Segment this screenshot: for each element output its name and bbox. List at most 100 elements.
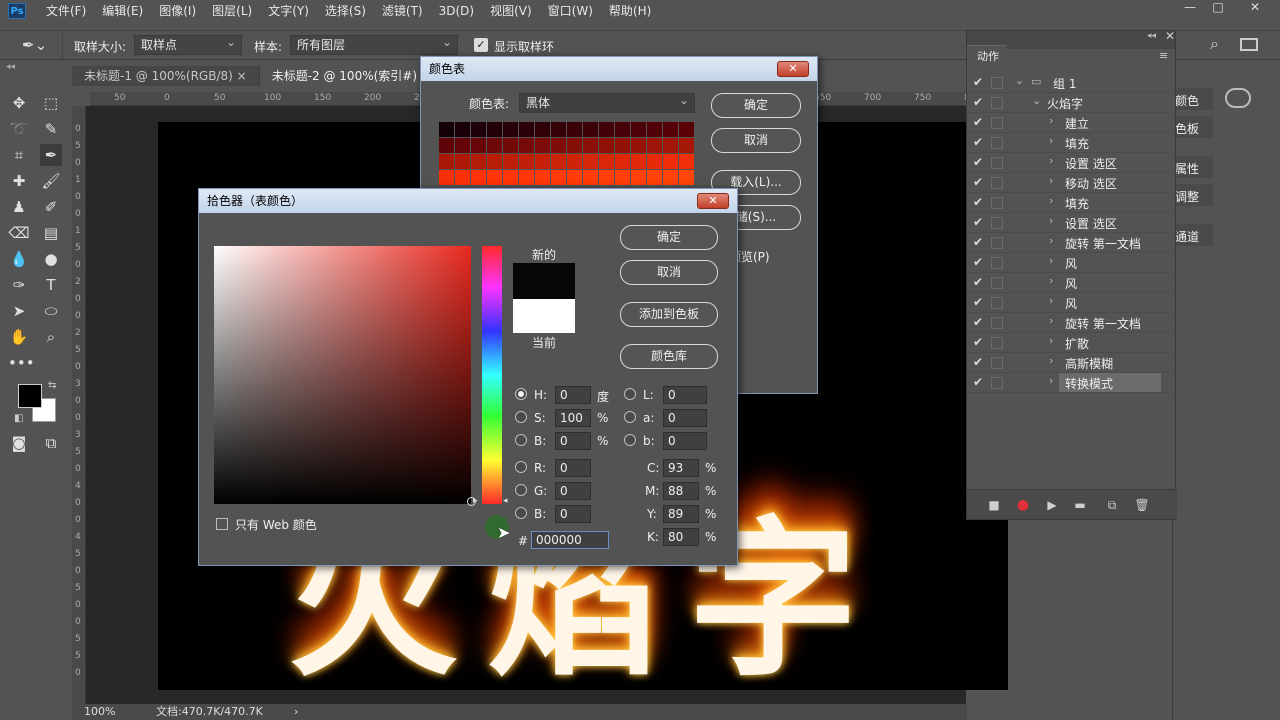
color-table-cell[interactable] [663, 170, 678, 185]
creative-cloud-icon[interactable] [1225, 88, 1251, 108]
history-brush-icon[interactable]: ✐ [40, 196, 62, 218]
path-select-icon[interactable]: ➤ [8, 300, 30, 322]
chevron-right-icon[interactable]: › [1049, 334, 1053, 347]
color-table-cell[interactable] [647, 138, 662, 153]
color-table-cell[interactable] [583, 122, 598, 137]
action-row[interactable]: ✔ › 扩散 [967, 333, 1177, 353]
green-field[interactable]: 0 [555, 482, 591, 500]
color-table-cell[interactable] [535, 122, 550, 137]
action-enabled-check-icon[interactable]: ✔ [973, 335, 987, 349]
chevron-right-icon[interactable]: › [1049, 214, 1053, 227]
action-enabled-check-icon[interactable]: ✔ [973, 295, 987, 309]
new-set-folder-icon[interactable]: ▬ [1071, 496, 1089, 514]
web-only-checkbox[interactable] [216, 518, 228, 530]
gradient-tool-icon[interactable]: ▤ [40, 222, 62, 244]
brightness-field[interactable]: 0 [555, 432, 591, 450]
action-row[interactable]: ✔ ⌄ ▭ 组 1 [967, 73, 1177, 93]
chevron-right-icon[interactable]: › [1049, 194, 1053, 207]
color-table-cell[interactable] [647, 122, 662, 137]
color-table-cell[interactable] [535, 154, 550, 169]
dialog-toggle-box[interactable] [991, 377, 1003, 389]
menu-file[interactable]: 文件(F) [46, 0, 94, 22]
close-window-button[interactable]: ✕ [1240, 0, 1270, 16]
menu-filter[interactable]: 滤镜(T) [374, 0, 431, 22]
action-row[interactable]: ✔ › 风 [967, 273, 1177, 293]
color-table-cancel-button[interactable]: 取消 [711, 128, 801, 153]
action-enabled-check-icon[interactable]: ✔ [973, 95, 987, 109]
red-field[interactable]: 0 [555, 459, 591, 477]
color-table-cell[interactable] [503, 154, 518, 169]
chevron-right-icon[interactable]: › [1049, 174, 1053, 187]
eyedropper-tool-icon[interactable]: ✒ [40, 144, 62, 166]
color-table-cell[interactable] [503, 122, 518, 137]
action-row[interactable]: ✔ › 建立 [967, 113, 1177, 133]
color-table-cell[interactable] [663, 122, 678, 137]
black-field[interactable]: 80 [663, 528, 699, 546]
new-action-icon[interactable]: ⧉ [1103, 496, 1121, 514]
red-radio[interactable] [515, 461, 527, 473]
hue-slider[interactable] [482, 246, 502, 504]
current-color-swatch[interactable] [513, 299, 575, 333]
minimize-button[interactable]: — [1175, 0, 1205, 16]
color-table-cell[interactable] [455, 122, 470, 137]
dialog-toggle-box[interactable] [991, 297, 1003, 309]
action-row[interactable]: ✔ › 风 [967, 293, 1177, 313]
action-enabled-check-icon[interactable]: ✔ [973, 275, 987, 289]
action-enabled-check-icon[interactable]: ✔ [973, 215, 987, 229]
color-table-cell[interactable] [631, 122, 646, 137]
menu-view[interactable]: 视图(V) [482, 0, 540, 22]
add-to-swatches-button[interactable]: 添加到色板 [620, 302, 718, 327]
default-colors-icon[interactable]: ◧ [14, 413, 23, 424]
collapse-toolbar-icon[interactable]: ◂◂ [6, 62, 15, 72]
color-table-cell[interactable] [679, 122, 694, 137]
color-table-cell[interactable] [503, 170, 518, 185]
dialog-toggle-box[interactable] [991, 317, 1003, 329]
action-enabled-check-icon[interactable]: ✔ [973, 75, 987, 89]
hue-radio[interactable] [515, 388, 527, 400]
color-table-cell[interactable] [471, 122, 486, 137]
chevron-right-icon[interactable]: › [1049, 114, 1053, 127]
panel-tab-properties[interactable]: 属性 [1173, 156, 1213, 178]
action-row[interactable]: ✔ › 填充 [967, 193, 1177, 213]
color-table-cell[interactable] [599, 170, 614, 185]
color-table-cell[interactable] [487, 170, 502, 185]
color-table-cell[interactable] [615, 138, 630, 153]
lab-a-field[interactable]: 0 [663, 409, 707, 427]
action-row[interactable]: ✔ › 移动 选区 [967, 173, 1177, 193]
dialog-toggle-box[interactable] [991, 77, 1003, 89]
dialog-toggle-box[interactable] [991, 337, 1003, 349]
action-row[interactable]: ✔ › 旋转 第一文档 [967, 313, 1177, 333]
color-table-cell[interactable] [455, 138, 470, 153]
saturation-field[interactable]: 100 [555, 409, 591, 427]
color-table-cell[interactable] [551, 170, 566, 185]
green-radio[interactable] [515, 484, 527, 496]
lab-b-radio[interactable] [624, 434, 636, 446]
color-table-cell[interactable] [551, 154, 566, 169]
color-table-cell[interactable] [567, 122, 582, 137]
play-icon[interactable]: ▶ [1043, 496, 1061, 514]
color-table-cell[interactable] [471, 138, 486, 153]
saturation-brightness-field[interactable] [214, 246, 471, 504]
show-ring-checkbox[interactable]: ✓ [474, 38, 488, 52]
eyedropper-tool-preset-icon[interactable]: ✒⌄ [22, 36, 47, 54]
dialog-toggle-box[interactable] [991, 97, 1003, 109]
foreground-color-swatch[interactable] [18, 384, 42, 408]
action-row[interactable]: ✔ › 设置 选区 [967, 213, 1177, 233]
color-table-cell[interactable] [567, 138, 582, 153]
color-table-cell[interactable] [631, 138, 646, 153]
color-table-cell[interactable] [439, 170, 454, 185]
action-enabled-check-icon[interactable]: ✔ [973, 255, 987, 269]
color-table-select[interactable]: 黑体 [519, 91, 695, 113]
pen-tool-icon[interactable]: ✑ [8, 274, 30, 296]
color-table-cell[interactable] [551, 122, 566, 137]
menu-type[interactable]: 文字(Y) [260, 0, 317, 22]
action-row[interactable]: ✔ › 转换模式 [967, 373, 1177, 393]
search-icon[interactable]: ⌕ [1210, 34, 1219, 54]
color-table-cell[interactable] [631, 154, 646, 169]
color-table-cell[interactable] [647, 154, 662, 169]
screen-mode-icon[interactable]: ⧉ [40, 432, 62, 454]
lab-a-radio[interactable] [624, 411, 636, 423]
swap-colors-icon[interactable]: ⇆ [48, 380, 56, 391]
stop-icon[interactable]: ■ [985, 496, 1003, 514]
chevron-right-icon[interactable]: › [1049, 274, 1053, 287]
